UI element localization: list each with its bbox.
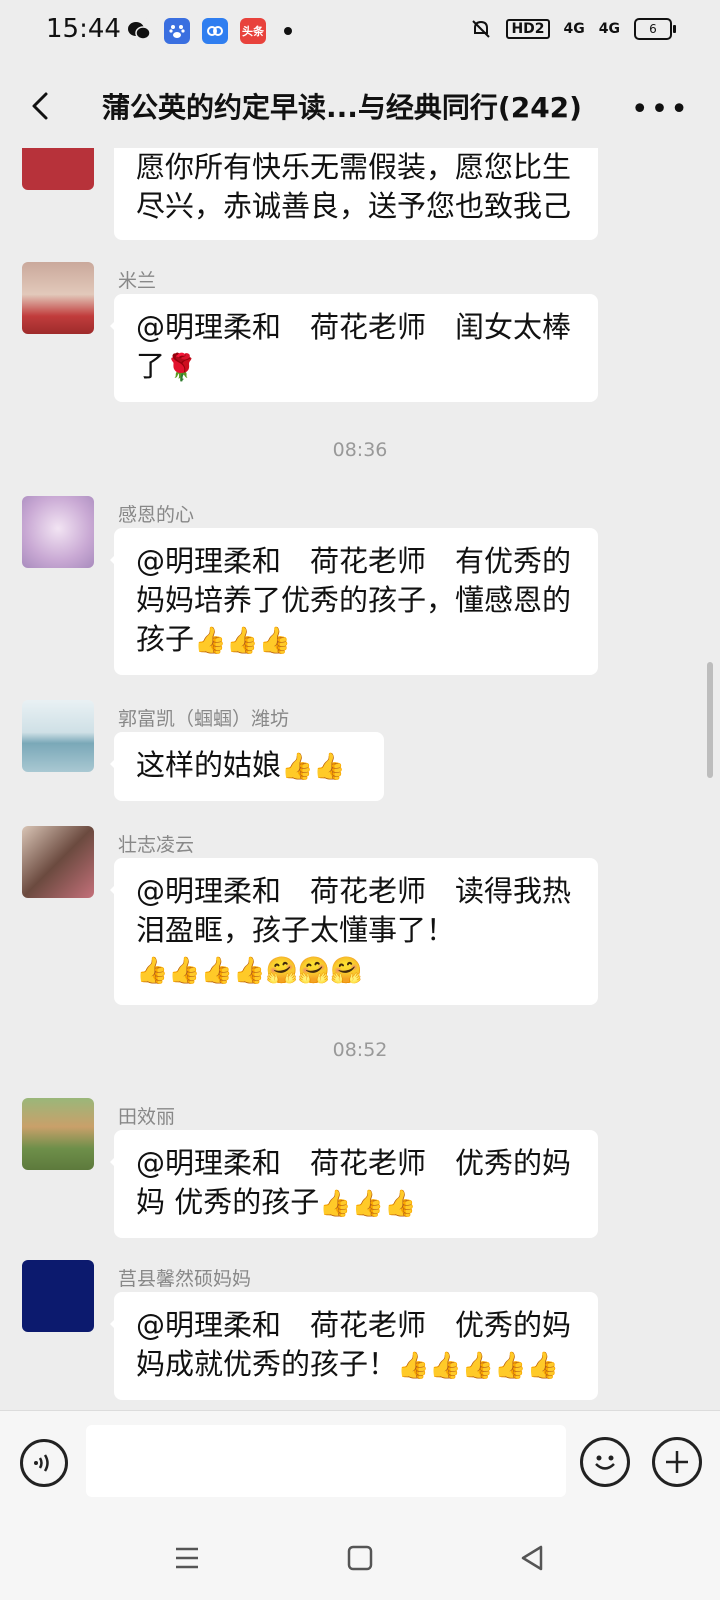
system-nav-bar: [0, 1511, 720, 1600]
battery-icon: 6: [634, 18, 676, 40]
more-functions-button[interactable]: [652, 1437, 702, 1487]
thumbs-up-emoji: 👍👍: [281, 752, 346, 782]
sender-name: 壮志凌云: [118, 834, 195, 856]
chat-app-icon: [202, 18, 228, 44]
status-indicators: HD2 4G 4G 6: [470, 18, 676, 40]
avatar[interactable]: [22, 262, 94, 334]
toutiao-icon: 头条: [240, 18, 266, 44]
avatar[interactable]: [22, 700, 94, 772]
voice-icon: [34, 1454, 49, 1472]
avatar[interactable]: [22, 148, 94, 190]
back-nav-icon[interactable]: [515, 1541, 549, 1575]
menu-nav-icon[interactable]: [170, 1541, 204, 1575]
back-arrow-icon[interactable]: [22, 86, 62, 126]
message-text: 这样的姑娘: [136, 748, 282, 782]
timestamp: 08:36: [332, 439, 388, 461]
message-bubble[interactable]: 愿你所有快乐无需假装，愿您比生尽兴，赤诚善良，送予您也致我己: [114, 148, 598, 240]
avatar[interactable]: [22, 1260, 94, 1332]
status-app-icons: 头条: [126, 18, 292, 44]
baidu-icon: [164, 18, 190, 44]
message-bubble[interactable]: @明理柔和 荷花老师 优秀的妈妈成就优秀的孩子！👍👍👍👍👍: [110, 1292, 598, 1400]
emoji-button[interactable]: [580, 1437, 630, 1487]
message-text: 愿你所有快乐无需假装，愿您比生尽兴，赤诚善良，送予您也致我己: [136, 150, 572, 223]
sender-name: 莒县馨然硕妈妈: [118, 1268, 252, 1290]
thumbs-up-emoji: 👍👍👍: [319, 1189, 417, 1219]
message-bubble[interactable]: @明理柔和 荷花老师 优秀的妈妈 优秀的孩子👍👍👍: [110, 1130, 598, 1238]
smiley-icon: [595, 1455, 615, 1470]
message-text: @明理柔和 荷花老师 闺女太棒了: [136, 310, 572, 383]
thumbs-up-emoji: 👍👍👍👍👍: [397, 1351, 559, 1381]
message-input-bar: [0, 1410, 720, 1511]
avatar[interactable]: [22, 826, 94, 898]
status-bar: 15:44 头条 HD2 4G 4G 6: [0, 0, 720, 64]
sender-name: 米兰: [118, 270, 157, 292]
home-nav-icon[interactable]: [343, 1541, 377, 1575]
timestamp: 08:52: [332, 1039, 388, 1061]
voice-input-button[interactable]: [20, 1439, 68, 1487]
avatar[interactable]: [22, 496, 94, 568]
wechat-icon: [126, 18, 152, 44]
message-bubble[interactable]: @明理柔和 荷花老师 有优秀的妈妈培养了优秀的孩子，懂感恩的孩子👍👍👍: [110, 528, 598, 675]
message-input[interactable]: [86, 1425, 566, 1497]
thumbs-up-emoji: 👍👍👍👍🤗🤗🤗: [136, 956, 363, 986]
signal-2: 4G: [598, 21, 620, 37]
message-bubble[interactable]: 这样的姑娘👍👍: [110, 732, 384, 801]
more-notifications-dot: [284, 27, 292, 35]
status-time: 15:44: [46, 14, 121, 44]
rose-emoji: 🌹: [165, 353, 198, 383]
sender-name: 感恩的心: [118, 504, 195, 526]
chat-header: 蒲公英的约定早读...与经典同行(242) •••: [0, 64, 720, 148]
message-bubble[interactable]: @明理柔和 荷花老师 读得我热泪盈眶，孩子太懂事了！ 👍👍👍👍🤗🤗🤗: [110, 858, 598, 1005]
avatar[interactable]: [22, 1098, 94, 1170]
chat-messages[interactable]: 愿你所有快乐无需假装，愿您比生尽兴，赤诚善良，送予您也致我己 米兰 @明理柔和 …: [0, 148, 720, 1410]
chat-scrollbar[interactable]: [707, 662, 713, 778]
mute-bell-icon: [472, 20, 491, 38]
hd-indicator: HD2: [506, 19, 550, 39]
message-bubble[interactable]: @明理柔和 荷花老师 闺女太棒了🌹: [110, 294, 598, 402]
sender-name: 郭富凯（蝈蝈）潍坊: [118, 708, 290, 730]
thumbs-up-emoji: 👍👍👍: [194, 626, 292, 656]
plus-icon: [666, 1451, 688, 1473]
message-text: @明理柔和 荷花老师 读得我热泪盈眶，孩子太懂事了！: [136, 874, 572, 947]
sender-name: 田效丽: [118, 1106, 176, 1128]
chat-title: 蒲公英的约定早读...与经典同行(242): [102, 91, 582, 124]
more-options-icon[interactable]: •••: [631, 92, 690, 127]
signal-1: 4G: [563, 21, 585, 37]
